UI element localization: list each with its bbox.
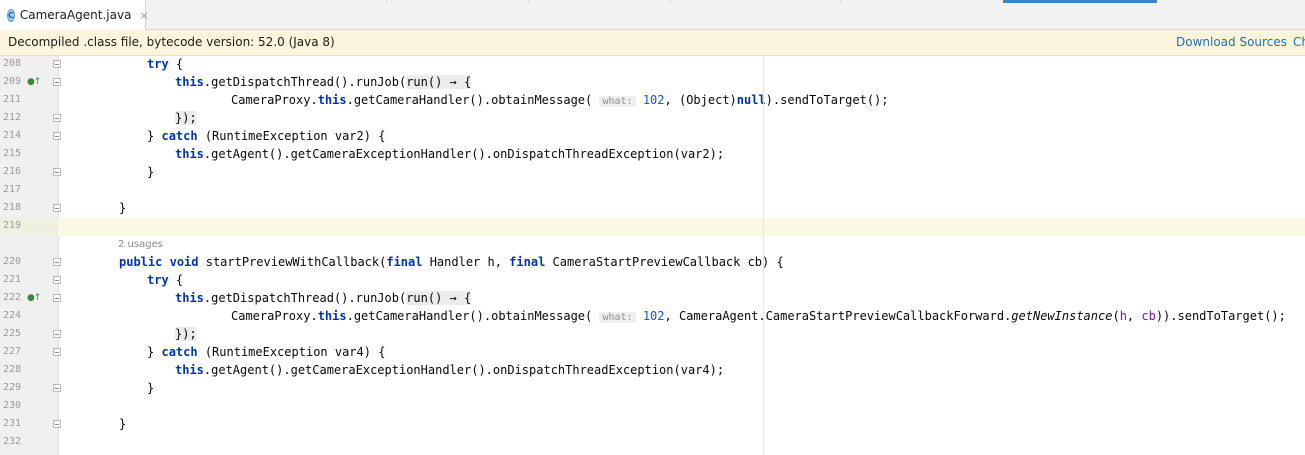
code-text: });	[175, 111, 197, 125]
code-text: } catch (RuntimeException var2) {	[147, 129, 386, 143]
line-number: 211	[3, 94, 22, 105]
code-line: 229 }	[0, 380, 1305, 398]
code-text: this.getAgent().getCameraExceptionHandle…	[175, 147, 725, 161]
usages-hint[interactable]: 2 usages	[118, 239, 163, 250]
code-text: }	[147, 381, 155, 395]
code-line: 224 CameraProxy.this.getCameraHandler().…	[0, 308, 1305, 326]
code-line: 216 }	[0, 164, 1305, 182]
code-line: 220 public void startPreviewWithCallback…	[0, 254, 1305, 272]
decompiled-banner: Decompiled .class file, bytecode version…	[0, 30, 1305, 56]
choose-sources-link[interactable]: Ch	[1293, 35, 1305, 49]
code-line: 227 } catch (RuntimeException var4) {	[0, 344, 1305, 362]
download-sources-link[interactable]: Download Sources	[1176, 35, 1287, 49]
tab-title: CameraAgent.java	[19, 8, 132, 22]
code-line: 228 this.getAgent().getCameraExceptionHa…	[0, 362, 1305, 380]
line-number: 220	[3, 256, 22, 267]
fold-icon[interactable]	[53, 114, 61, 122]
fold-icon[interactable]	[53, 204, 61, 212]
line-number: 225	[3, 328, 22, 339]
fold-icon[interactable]	[53, 384, 61, 392]
line-number: 222	[3, 292, 22, 303]
line-number: 215	[3, 148, 22, 159]
banner-message: Decompiled .class file, bytecode version…	[8, 35, 335, 49]
class-file-icon: C	[7, 8, 15, 22]
code-line: 217	[0, 182, 1305, 200]
line-number: 229	[3, 382, 22, 393]
line-number: 230	[3, 400, 22, 411]
code-text: });	[175, 327, 197, 341]
code-line: 230	[0, 398, 1305, 416]
code-line: 209 ●↑ this.getDispatchThread().runJob(r…	[0, 74, 1305, 92]
line-number: 224	[3, 310, 22, 321]
fold-icon[interactable]	[53, 330, 61, 338]
code-text: this.getAgent().getCameraExceptionHandle…	[175, 363, 725, 377]
code-text: }	[119, 417, 127, 431]
line-number: 218	[3, 202, 22, 213]
code-text: CameraProxy.this.getCameraHandler().obta…	[231, 93, 889, 107]
current-line: 219	[0, 218, 1305, 236]
code-line: 211 CameraProxy.this.getCameraHandler().…	[0, 92, 1305, 110]
line-number: 227	[3, 346, 22, 357]
code-text: try {	[147, 57, 184, 71]
line-number: 217	[3, 184, 22, 195]
fold-icon[interactable]	[53, 276, 61, 284]
code-line: 215 this.getAgent().getCameraExceptionHa…	[0, 146, 1305, 164]
parameter-hint: what:	[599, 96, 636, 107]
editor-tab-bar: C CameraAgent.java ×	[0, 0, 1305, 30]
right-margin-guide	[763, 56, 764, 455]
code-line: 221 try {	[0, 272, 1305, 290]
line-number: 228	[3, 364, 22, 375]
code-text: CameraProxy.this.getCameraHandler().obta…	[231, 309, 1286, 323]
tab-separator	[840, 0, 841, 3]
code-line: 222 ●↑ this.getDispatchThread().runJob(r…	[0, 290, 1305, 308]
code-line: 225 });	[0, 326, 1305, 344]
line-number: 232	[3, 436, 22, 447]
tab-separator	[670, 0, 671, 3]
code-text: }	[147, 165, 155, 179]
code-line: 231 }	[0, 416, 1305, 434]
line-number: 216	[3, 166, 22, 177]
line-number: 208	[3, 58, 22, 69]
fold-icon[interactable]	[53, 168, 61, 176]
code-line: 214 } catch (RuntimeException var2) {	[0, 128, 1305, 146]
code-text: this.getDispatchThread().runJob(run() → …	[175, 75, 472, 89]
fold-icon[interactable]	[53, 348, 61, 356]
line-number: 219	[3, 220, 22, 231]
line-number: 214	[3, 130, 22, 141]
fold-icon[interactable]	[53, 258, 61, 266]
code-text: try {	[147, 273, 184, 287]
parameter-hint: what:	[599, 312, 636, 323]
fold-icon[interactable]	[53, 420, 61, 428]
line-number: 221	[3, 274, 22, 285]
code-text: public void startPreviewWithCallback(fin…	[119, 255, 784, 269]
active-tab-indicator	[1003, 0, 1157, 3]
code-line: 218 }	[0, 200, 1305, 218]
code-editor[interactable]: 208 try { 209 ●↑ this.getDispatchThread(…	[0, 56, 1305, 455]
close-icon[interactable]: ×	[139, 9, 148, 22]
fold-icon[interactable]	[53, 78, 61, 86]
code-line: 232	[0, 434, 1305, 452]
tab-separator	[386, 0, 387, 3]
code-text: this.getDispatchThread().runJob(run() → …	[175, 291, 472, 305]
code-line: 208 try {	[0, 56, 1305, 74]
line-number: 209	[3, 76, 22, 87]
line-number: 212	[3, 112, 22, 123]
code-line: 212 });	[0, 110, 1305, 128]
line-number: 231	[3, 418, 22, 429]
tab-camera-agent[interactable]: C CameraAgent.java ×	[0, 0, 149, 30]
tab-separator	[528, 0, 529, 3]
code-text: }	[119, 201, 127, 215]
fold-icon[interactable]	[53, 294, 61, 302]
lambda-gutter-icon[interactable]: ●↑	[27, 293, 41, 303]
fold-icon[interactable]	[53, 132, 61, 140]
fold-icon[interactable]	[53, 60, 61, 68]
lambda-gutter-icon[interactable]: ●↑	[27, 77, 41, 87]
code-text: } catch (RuntimeException var4) {	[147, 345, 386, 359]
